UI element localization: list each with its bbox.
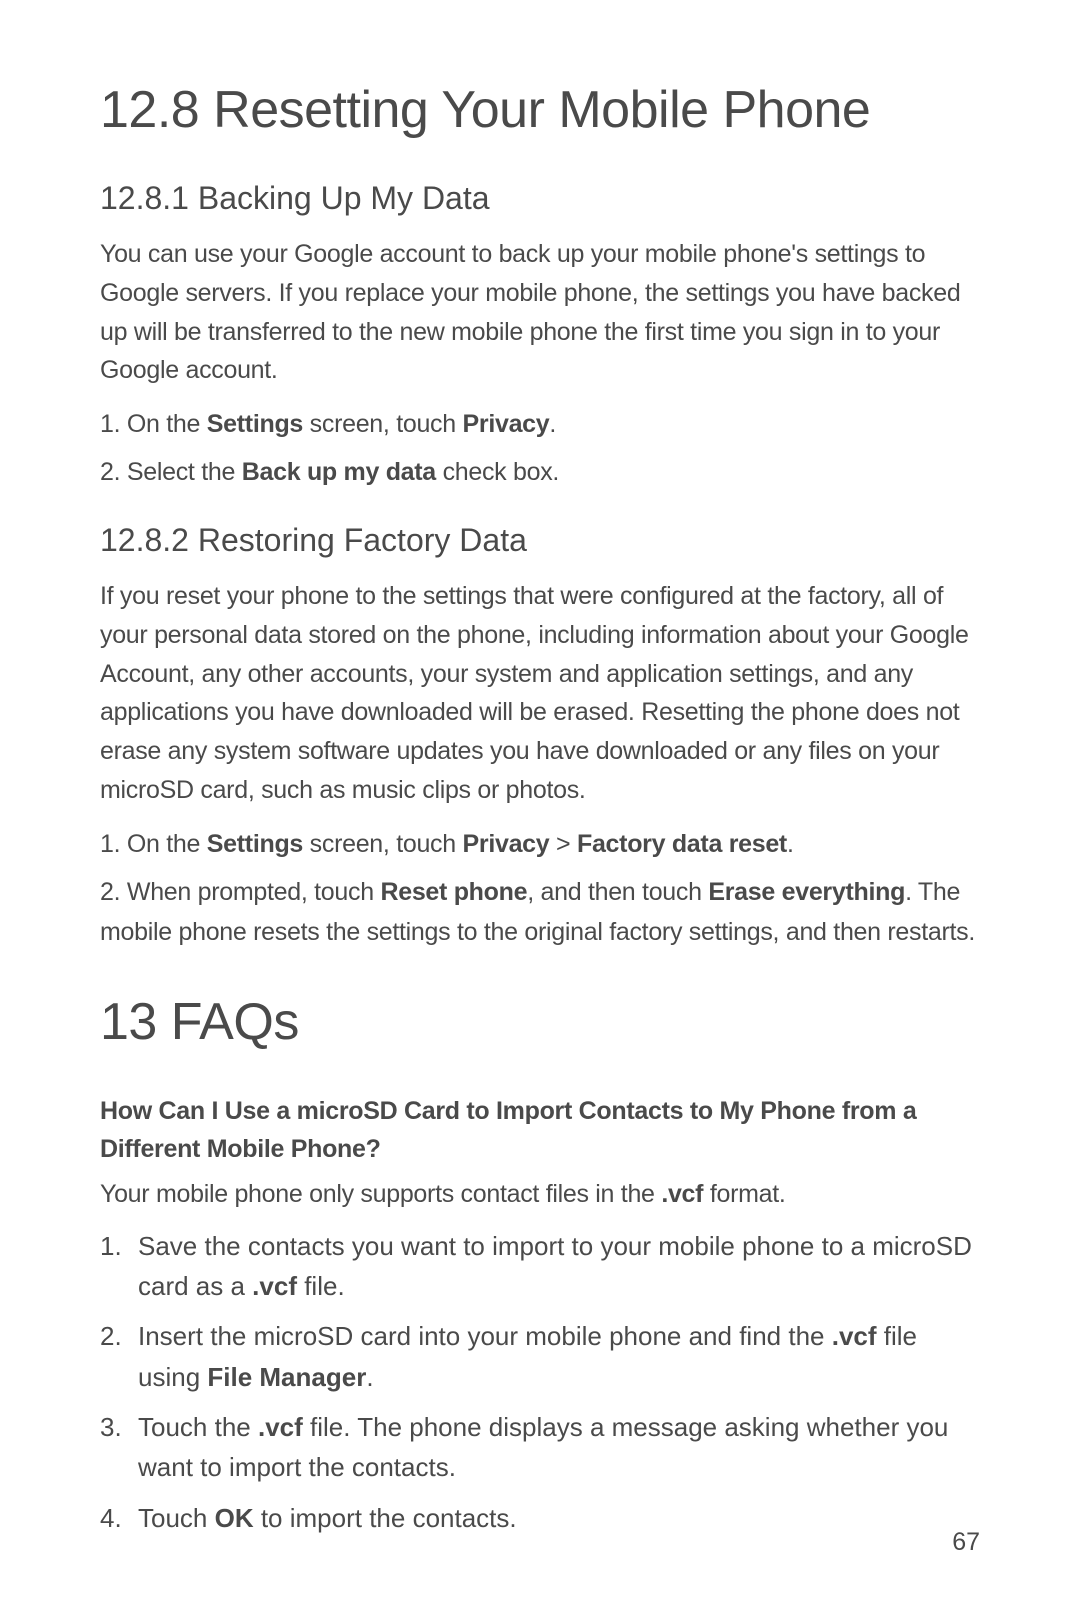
text: .	[787, 830, 794, 858]
text: Insert the microSD card into your mobile…	[138, 1321, 832, 1351]
steps-factory-reset: 1. On the Settings screen, touch Privacy…	[100, 824, 980, 952]
section-heading-12-8: 12.8 Resetting Your Mobile Phone	[100, 80, 980, 140]
text: , and then touch	[527, 878, 708, 906]
manual-page: 12.8 Resetting Your Mobile Phone 12.8.1 …	[0, 0, 1080, 1617]
list-number: 2.	[100, 1316, 138, 1397]
text: screen, touch	[303, 830, 462, 858]
bold-reset-phone: Reset phone	[380, 878, 527, 906]
faq-intro: Your mobile phone only supports contact …	[100, 1175, 980, 1214]
list-text: Touch the .vcf file. The phone displays …	[138, 1407, 980, 1488]
bold-settings: Settings	[207, 410, 303, 438]
text: >	[549, 830, 577, 858]
step-2: 2. When prompted, touch Reset phone, and…	[100, 872, 980, 952]
text: Touch the	[138, 1412, 258, 1442]
subsection-heading-12-8-1: 12.8.1 Backing Up My Data	[100, 180, 980, 217]
step-2: 2. Select the Back up my data check box.	[100, 452, 980, 492]
step-1: 1. On the Settings screen, touch Privacy…	[100, 824, 980, 864]
bold-settings: Settings	[207, 830, 303, 858]
bold-factory-data-reset: Factory data reset	[577, 830, 787, 858]
text: .	[549, 410, 556, 438]
list-text: Touch OK to import the contacts.	[138, 1498, 980, 1538]
bold-vcf: .vcf	[832, 1321, 877, 1351]
text: Your mobile phone only supports contact …	[100, 1180, 661, 1208]
list-item: 3. Touch the .vcf file. The phone displa…	[100, 1407, 980, 1488]
list-item: 2. Insert the microSD card into your mob…	[100, 1316, 980, 1397]
bold-backup-my-data: Back up my data	[242, 458, 436, 486]
text: 1. On the	[100, 830, 207, 858]
faq-ordered-list: 1. Save the contacts you want to import …	[100, 1226, 980, 1538]
text: 1. On the	[100, 410, 207, 438]
bold-ok: OK	[215, 1503, 254, 1533]
list-number: 3.	[100, 1407, 138, 1488]
list-item: 4. Touch OK to import the contacts.	[100, 1498, 980, 1538]
bold-file-manager: File Manager	[207, 1362, 366, 1392]
subsection-heading-12-8-2: 12.8.2 Restoring Factory Data	[100, 522, 980, 559]
section-heading-13: 13 FAQs	[100, 992, 980, 1052]
text: to import the contacts.	[254, 1503, 517, 1533]
bold-vcf: .vcf	[661, 1180, 703, 1208]
list-text: Save the contacts you want to import to …	[138, 1226, 980, 1307]
text: 2. When prompted, touch	[100, 878, 380, 906]
list-number: 1.	[100, 1226, 138, 1307]
text: screen, touch	[303, 410, 462, 438]
bold-privacy: Privacy	[463, 410, 550, 438]
bold-vcf: .vcf	[258, 1412, 303, 1442]
steps-backup: 1. On the Settings screen, touch Privacy…	[100, 404, 980, 492]
page-number: 67	[952, 1528, 980, 1557]
text: check box.	[436, 458, 559, 486]
text: format.	[703, 1180, 785, 1208]
text: Touch	[138, 1503, 215, 1533]
step-1: 1. On the Settings screen, touch Privacy…	[100, 404, 980, 444]
paragraph-backup: You can use your Google account to back …	[100, 235, 980, 390]
paragraph-factory-reset: If you reset your phone to the settings …	[100, 577, 980, 810]
list-item: 1. Save the contacts you want to import …	[100, 1226, 980, 1307]
list-number: 4.	[100, 1498, 138, 1538]
text: file.	[297, 1271, 345, 1301]
faq-question: How Can I Use a microSD Card to Import C…	[100, 1092, 980, 1170]
bold-privacy: Privacy	[463, 830, 550, 858]
bold-vcf: .vcf	[252, 1271, 297, 1301]
bold-erase-everything: Erase everything	[708, 878, 905, 906]
text: .	[366, 1362, 373, 1392]
list-text: Insert the microSD card into your mobile…	[138, 1316, 980, 1397]
text: 2. Select the	[100, 458, 242, 486]
